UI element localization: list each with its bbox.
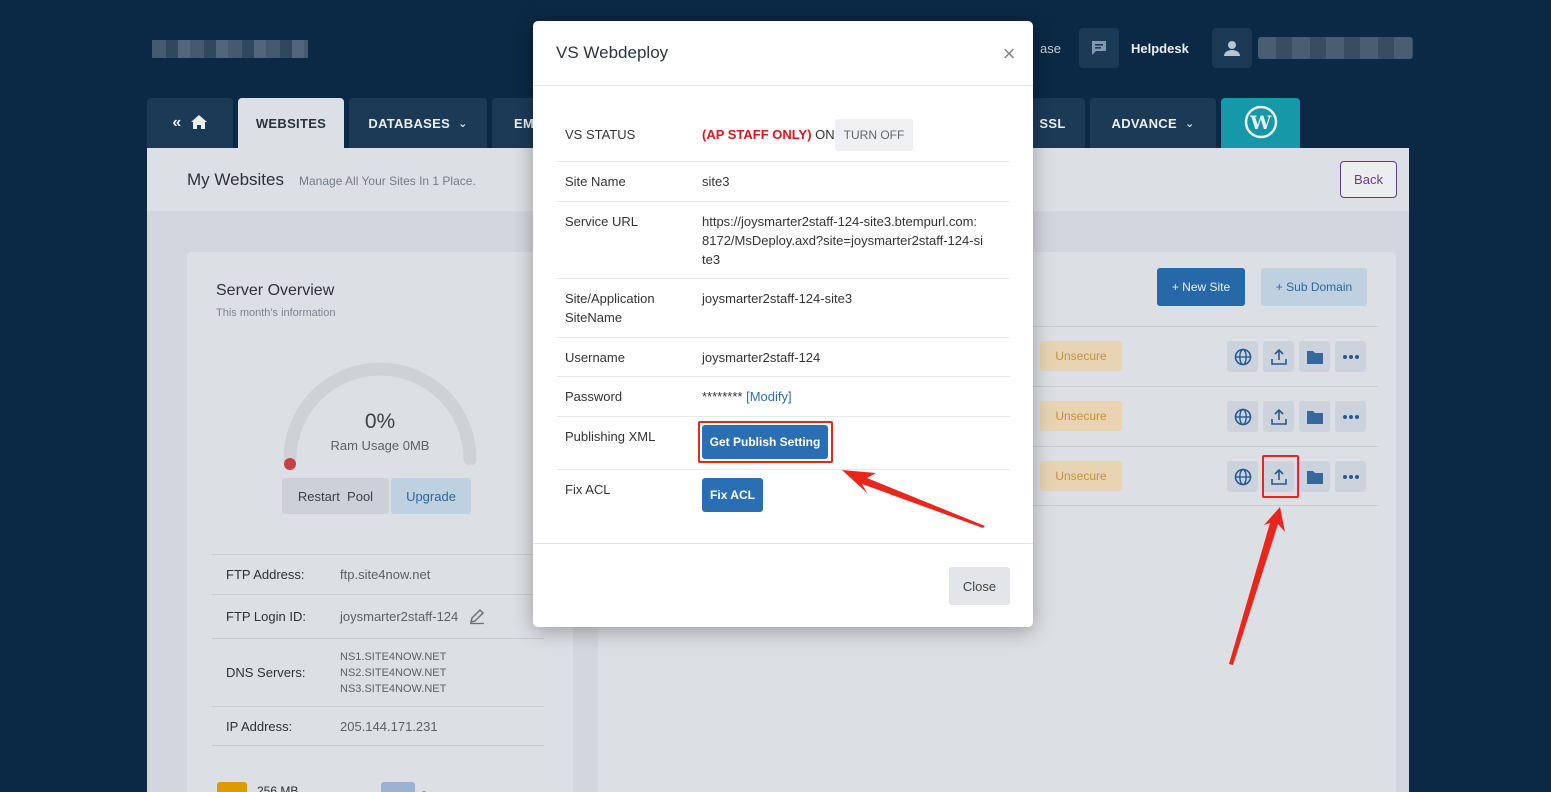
annotation-arrows xyxy=(842,470,1285,665)
arrow-to-upload-button xyxy=(1229,507,1285,665)
arrow-to-publish-button xyxy=(842,470,985,528)
